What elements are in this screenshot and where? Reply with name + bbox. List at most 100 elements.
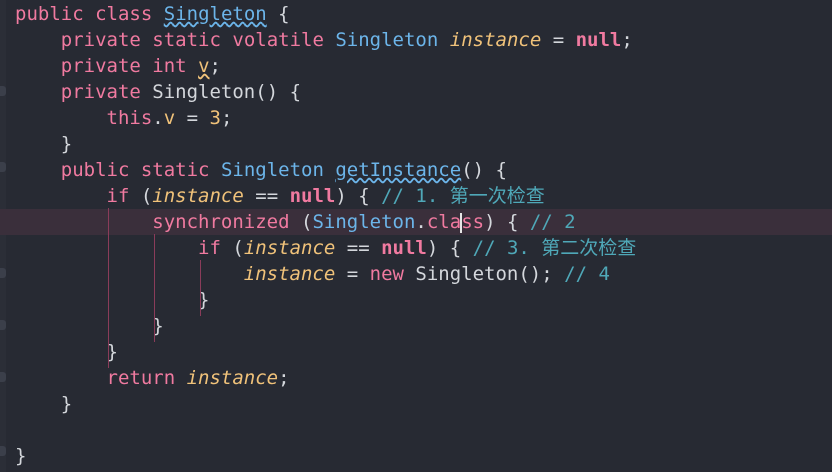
code-token: static bbox=[140, 159, 210, 181]
code-line[interactable]: synchronized (Singleton.class) { // 2 bbox=[0, 209, 832, 235]
code-line[interactable]: public static Singleton getInstance() { bbox=[0, 157, 832, 183]
code-token: } bbox=[15, 315, 164, 337]
code-token: ( bbox=[220, 237, 244, 259]
code-token: static bbox=[152, 29, 221, 51]
code-token: ) { bbox=[335, 185, 382, 207]
code-token: synchronized bbox=[152, 211, 290, 233]
code-token: } bbox=[15, 133, 73, 155]
code-token: null bbox=[289, 185, 336, 207]
code-token: instance bbox=[243, 263, 336, 285]
code-token: if bbox=[198, 237, 221, 259]
code-token: // 4 bbox=[564, 263, 610, 285]
code-token: ( bbox=[289, 211, 313, 233]
code-token: return bbox=[106, 367, 176, 389]
code-token: } bbox=[15, 289, 210, 311]
code-token: () { bbox=[255, 81, 302, 103]
code-token: Singleton bbox=[415, 263, 519, 285]
code-token: } bbox=[15, 445, 27, 467]
code-token: Singleton bbox=[163, 3, 267, 25]
code-token: Singleton bbox=[312, 211, 416, 233]
code-token: ( bbox=[129, 185, 153, 207]
code-token: private bbox=[60, 81, 141, 103]
code-token: volatile bbox=[232, 29, 324, 51]
code-token: 3 bbox=[209, 107, 221, 129]
code-line[interactable]: public class Singleton { bbox=[0, 1, 832, 27]
code-token: private bbox=[60, 55, 141, 77]
code-line[interactable]: instance = new Singleton(); // 4 bbox=[0, 261, 832, 287]
code-token: instance bbox=[152, 185, 244, 207]
code-token: == bbox=[243, 185, 290, 207]
code-token: () { bbox=[461, 159, 507, 181]
code-line[interactable]: } bbox=[0, 443, 832, 469]
code-token: . bbox=[415, 211, 427, 233]
code-token: getInstance bbox=[335, 159, 462, 181]
code-line[interactable]: if (instance == null) { // 1. 第一次检查 bbox=[0, 183, 832, 209]
code-token: ; bbox=[621, 29, 633, 51]
code-token: = bbox=[541, 29, 576, 51]
code-line[interactable]: } bbox=[0, 287, 832, 313]
code-token: ) { bbox=[426, 237, 473, 259]
code-token: public bbox=[60, 159, 130, 181]
code-line[interactable]: } bbox=[0, 313, 832, 339]
code-token: } bbox=[15, 393, 73, 415]
indent-guide bbox=[200, 260, 202, 316]
code-token: } bbox=[15, 341, 118, 363]
indent-guide bbox=[108, 208, 110, 368]
code-token: ; bbox=[209, 55, 221, 77]
code-token: null bbox=[575, 29, 622, 51]
code-token: Singleton bbox=[220, 159, 324, 181]
code-line[interactable]: private Singleton() { bbox=[0, 79, 832, 105]
indent-guide bbox=[154, 234, 156, 342]
code-token: class bbox=[95, 3, 153, 25]
code-token: ; bbox=[278, 367, 290, 389]
code-token: new bbox=[369, 263, 404, 285]
code-token: ; bbox=[220, 107, 233, 129]
code-line[interactable]: private static volatile Singleton instan… bbox=[0, 27, 832, 53]
code-token: instance bbox=[186, 367, 279, 389]
code-token: // 2 bbox=[529, 211, 576, 233]
code-token: v bbox=[163, 107, 176, 129]
code-token: Singleton bbox=[335, 29, 439, 51]
code-token: == bbox=[335, 237, 382, 259]
code-token: v bbox=[198, 55, 210, 77]
code-token: instance bbox=[449, 29, 542, 51]
code-token: instance bbox=[243, 237, 336, 259]
code-line[interactable]: } bbox=[0, 131, 832, 157]
code-line[interactable]: } bbox=[0, 339, 832, 365]
code-line[interactable]: if (instance == null) { // 3. 第二次检查 bbox=[0, 235, 832, 261]
code-line[interactable]: return instance; bbox=[0, 365, 832, 391]
code-token: = bbox=[335, 263, 370, 285]
code-line[interactable]: private int v; bbox=[0, 53, 832, 79]
code-token: = bbox=[175, 107, 210, 129]
code-line[interactable] bbox=[0, 417, 832, 443]
code-token: (); bbox=[518, 263, 565, 285]
code-token: private bbox=[60, 29, 141, 51]
code-line[interactable]: this.v = 3; bbox=[0, 105, 832, 131]
code-line[interactable]: } bbox=[0, 391, 832, 417]
code-token: ss bbox=[461, 211, 485, 233]
